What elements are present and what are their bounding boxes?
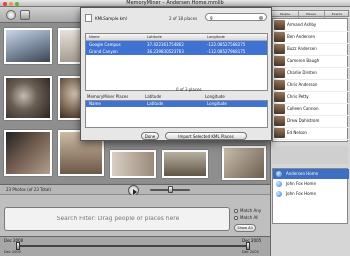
person-name: Ben Andersen <box>287 34 316 39</box>
place-name: Andersen Home <box>286 171 319 176</box>
column-header-latitude[interactable]: Latitude <box>147 101 163 107</box>
photo-count-label: 23 Photos (of 23 Total) <box>6 187 52 192</box>
cell-name: Grand Canyon <box>89 49 118 54</box>
column-header-name[interactable]: Name <box>89 34 100 40</box>
timeline-end-label: Dec 2005 <box>242 238 262 243</box>
photo-thumbnail[interactable] <box>4 130 52 176</box>
kml-table-header: Name Latitude Longitude <box>86 34 267 41</box>
kml-file-name: KMLSample.kml <box>95 16 127 21</box>
photo-thumbnail[interactable] <box>162 150 208 178</box>
person-name: Chris Petty <box>287 94 309 99</box>
table-row[interactable]: Grand Canyon 36.239830523763 -112.085279… <box>86 48 267 55</box>
match-any-radio[interactable] <box>234 209 238 213</box>
show-all-button[interactable]: Show All <box>234 224 256 232</box>
globe-icon <box>276 181 282 187</box>
search-filter-field[interactable]: Search Filter: Drag people or places her… <box>4 207 230 231</box>
zoom-slider-thumb[interactable] <box>168 186 173 193</box>
match-all-label: Match All <box>240 215 259 220</box>
timeline-start-handle[interactable] <box>16 242 20 250</box>
panel-divider-area <box>272 146 348 164</box>
timeline-end-sub: Dec 2005 <box>242 250 259 254</box>
close-window-button[interactable] <box>3 1 7 6</box>
column-header-longitude[interactable]: Longitude <box>207 34 225 40</box>
places-search-field[interactable]: g <box>205 13 267 21</box>
timeline-start-label: Dec 2000 <box>4 238 24 243</box>
globe-icon <box>276 191 282 197</box>
person-name: Colleen Cannon <box>287 106 319 111</box>
avatar <box>274 44 285 54</box>
avatar <box>274 128 285 138</box>
mm-places-title: MemoryMiner Places <box>87 94 129 99</box>
timeline-track[interactable] <box>18 245 248 247</box>
tab-events[interactable]: Events <box>324 11 350 18</box>
photo-thumbnail[interactable] <box>4 76 52 120</box>
place-item[interactable]: Andersen Home <box>273 169 349 179</box>
zoom-window-button[interactable] <box>15 1 19 6</box>
avatar <box>274 116 285 126</box>
photo-thumbnail[interactable] <box>4 28 52 64</box>
avatar <box>274 68 285 78</box>
globe-icon <box>276 171 282 177</box>
avatar <box>274 56 285 66</box>
photo-thumbnail[interactable] <box>222 146 266 180</box>
column-header-longitude[interactable]: Longitude <box>207 101 227 107</box>
timeline-end-handle[interactable] <box>246 242 250 250</box>
cell-latitude: 37.422361754862 <box>147 42 184 47</box>
places-count-label: 2 of 18 places <box>169 16 198 21</box>
cell-latitude: 36.239830523763 <box>147 49 184 54</box>
photo-thumbnail[interactable] <box>110 150 156 178</box>
cell-longitude: -112.08527968175 <box>207 49 246 54</box>
mm-longitude-title: Longitude <box>205 94 225 99</box>
search-filter-placeholder: Search Filter: Drag people or places her… <box>56 216 180 222</box>
cell-name: Google Campus <box>89 42 121 47</box>
cell-longitude: -122.08527568275 <box>207 42 246 47</box>
avatar <box>274 32 285 42</box>
match-any-label: Match Any <box>240 208 262 213</box>
kml-import-dialog: KMLSample.kml 2 of 18 places g Name Lati… <box>80 7 272 141</box>
person-name: Ed Nelson <box>287 130 307 135</box>
avatar <box>274 80 285 90</box>
people-list: Armand Ashby Ben Andersen Buzz Andersen … <box>272 18 349 142</box>
tab-places[interactable]: Places <box>298 11 325 18</box>
place-item[interactable]: John Fox Home <box>273 189 349 199</box>
table-header-row: Name Latitude Longitude <box>86 101 267 107</box>
person-name: Chris Anderson <box>287 82 318 87</box>
avatar <box>274 92 285 102</box>
kml-places-table: Name Latitude Longitude Google Campus 37… <box>85 33 268 91</box>
places-search-value: g <box>210 15 213 20</box>
minimize-window-button[interactable] <box>9 1 13 6</box>
kml-file-icon <box>85 14 92 22</box>
place-name: John Fox Home <box>286 181 316 186</box>
add-photos-icon[interactable] <box>6 10 16 20</box>
timeline-start-sub: Dec 2000 <box>4 250 21 254</box>
person-name: Cameron Baugh <box>287 58 320 63</box>
place-name: John Fox Home <box>286 191 316 196</box>
places-list: Andersen Home John Fox Home John Fox Hom… <box>272 168 349 224</box>
person-name: Armand Ashby <box>287 22 317 27</box>
column-header-latitude[interactable]: Latitude <box>147 34 162 40</box>
memoryminer-places-table: Name Latitude Longitude <box>85 100 268 128</box>
right-panel-tabs: People Places Events <box>271 10 350 18</box>
avatar <box>274 20 285 30</box>
window-titlebar: MemoryMiner – Andersen Home.mmlib <box>0 0 350 7</box>
clear-search-icon[interactable] <box>259 15 263 20</box>
table-row[interactable]: Google Campus 37.422361754862 -122.08527… <box>86 41 267 48</box>
match-all-radio[interactable] <box>234 216 238 220</box>
mm-places-count: 0 of 3 places <box>176 87 202 92</box>
slideshow-icon[interactable] <box>20 10 30 20</box>
import-selected-kml-places-button[interactable]: Import Selected KML Places <box>165 132 247 140</box>
avatar <box>274 104 285 114</box>
person-name: Drew Dahlstrom <box>287 118 320 123</box>
column-header-name[interactable]: Name <box>89 101 101 107</box>
mm-latitude-title: Latitude <box>145 94 162 99</box>
person-name: Charlie Dirsten <box>287 70 317 75</box>
window-title: MemoryMiner – Andersen Home.mmlib <box>126 0 224 6</box>
person-item[interactable]: Ed Nelson <box>273 127 349 140</box>
place-item[interactable]: John Fox Home <box>273 179 349 189</box>
person-name: Buzz Andersen <box>287 46 317 51</box>
play-icon <box>133 188 137 195</box>
done-button[interactable]: Done <box>141 132 159 140</box>
tab-people[interactable]: People <box>272 11 299 18</box>
